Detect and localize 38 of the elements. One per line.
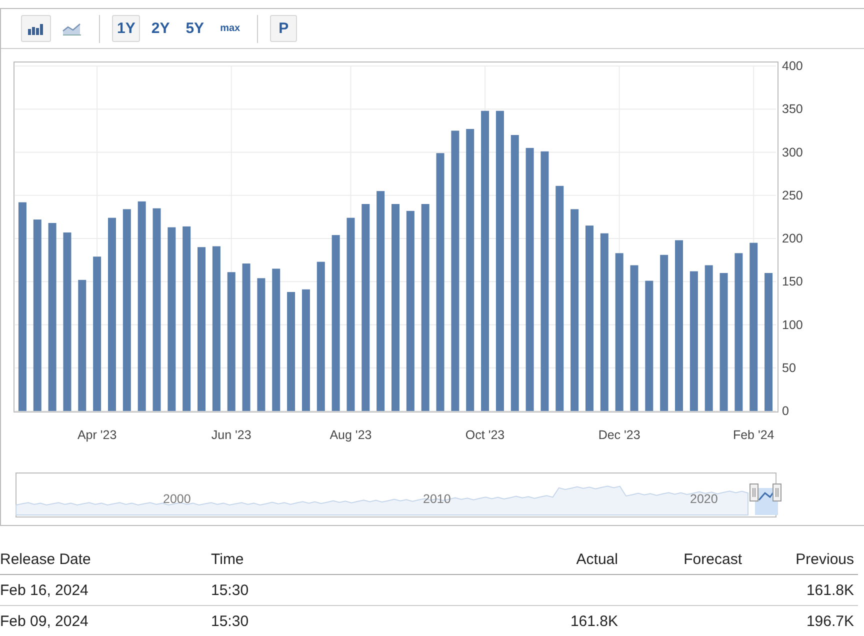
y-tick-label: 300 [782, 145, 803, 160]
navigator-year-label: 2020 [690, 492, 718, 506]
y-tick-label: 350 [782, 102, 803, 116]
table-cell: Feb 16, 2024 [0, 574, 211, 606]
table-cell: Feb 09, 2024 [0, 606, 211, 636]
column-header: Release Date [0, 544, 211, 574]
y-tick-label: 250 [782, 188, 803, 202]
table-cell: 161.8K [475, 606, 622, 636]
table-cell: 161.8K [746, 574, 858, 606]
column-header: Time [211, 544, 475, 574]
navigator-handle[interactable] [750, 484, 758, 502]
y-tick-label: 400 [782, 61, 803, 73]
navigator-handle[interactable] [772, 484, 782, 502]
y-tick-label: 100 [782, 318, 803, 332]
x-tick-label: Oct '23 [465, 428, 505, 442]
x-tick-label: Aug '23 [330, 428, 372, 442]
toggle-button[interactable]: P [270, 15, 298, 42]
table-cell: 15:30 [211, 606, 475, 636]
y-tick-label: 0 [782, 404, 789, 418]
y-tick-label: 50 [782, 360, 796, 375]
x-tick-label: Feb '24 [732, 428, 774, 442]
navigator-year-label: 2010 [423, 492, 451, 506]
y-tick-label: 200 [782, 232, 803, 246]
x-tick-label: Dec '23 [598, 428, 640, 442]
table-cell: 196.7K [746, 606, 858, 636]
column-header: Previous [746, 544, 858, 574]
range-button[interactable]: 2Y [146, 15, 175, 42]
navigator-year-label: 2000 [163, 492, 191, 506]
x-tick-label: Apr '23 [77, 428, 117, 442]
y-tick-label: 150 [782, 274, 803, 289]
bar-chart-button[interactable] [21, 15, 51, 42]
range-button[interactable]: max [215, 15, 246, 42]
range-button[interactable]: 1Y [112, 15, 140, 42]
column-header: Forecast [622, 544, 746, 574]
range-button[interactable]: 5Y [180, 15, 210, 42]
column-header: Actual [475, 544, 622, 574]
x-tick-label: Jun '23 [211, 428, 252, 442]
table-cell: 15:30 [211, 574, 475, 606]
